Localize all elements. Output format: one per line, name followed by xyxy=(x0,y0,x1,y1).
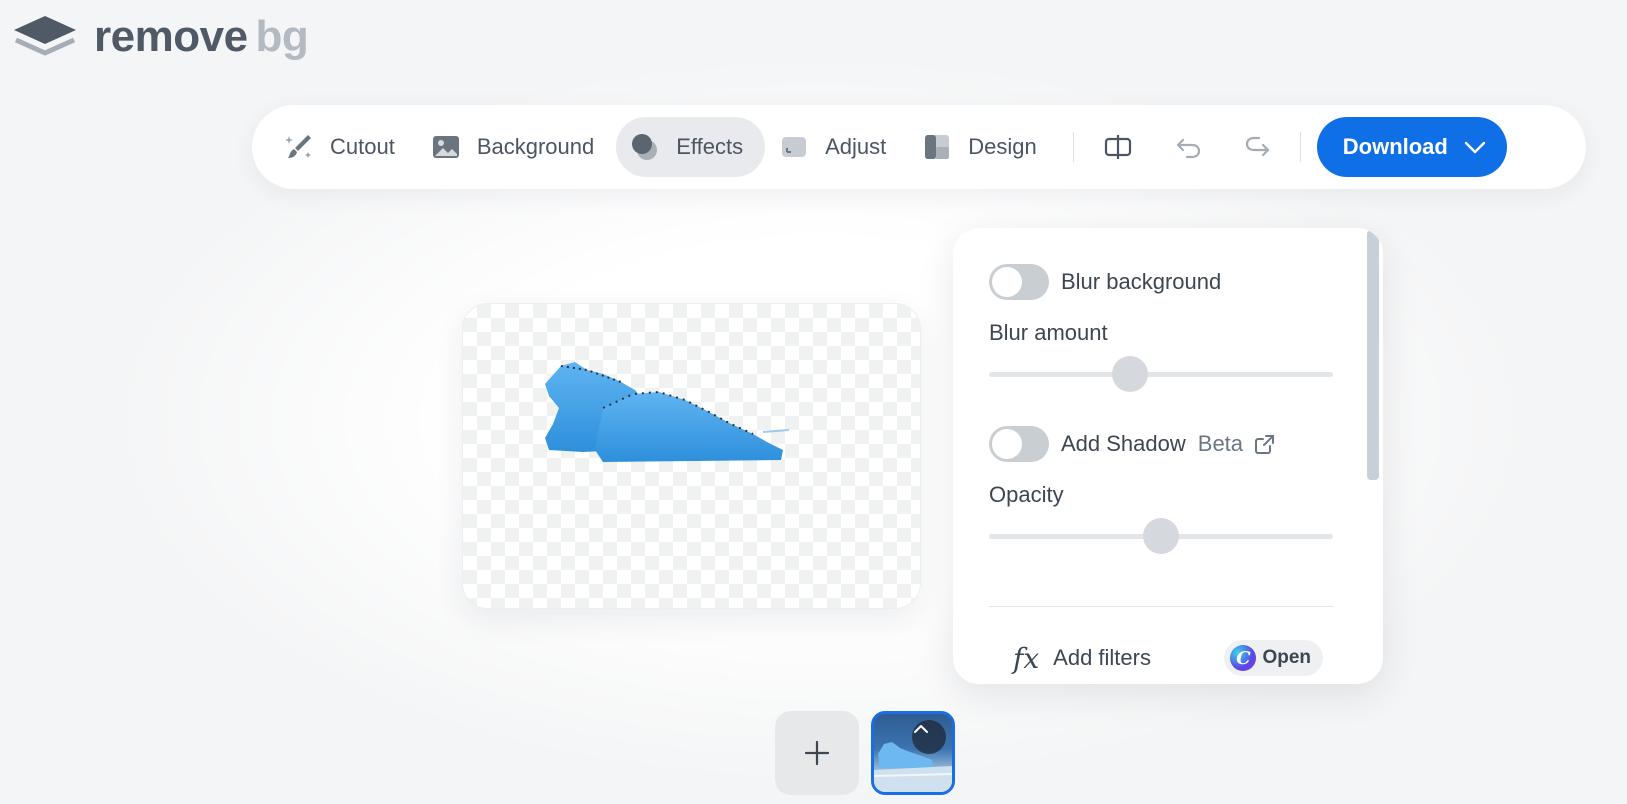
design-layout-icon xyxy=(922,132,952,162)
logo[interactable]: remove bg xyxy=(12,12,309,61)
logo-text: remove bg xyxy=(94,12,309,61)
add-shadow-label: Add Shadow xyxy=(1061,431,1186,456)
image-icon xyxy=(431,132,461,162)
tool-adjust-label: Adjust xyxy=(825,134,887,159)
tool-design-label: Design xyxy=(968,134,1037,159)
logo-word-remove: remove xyxy=(94,12,248,61)
chevron-up-icon xyxy=(914,725,928,733)
blur-amount-slider[interactable] xyxy=(989,354,1333,394)
tool-cutout-label: Cutout xyxy=(330,134,395,159)
add-filters-row[interactable]: fx Add filters C Open xyxy=(1013,640,1323,676)
adjust-square-icon xyxy=(779,132,809,162)
tool-background-label: Background xyxy=(476,134,595,159)
opacity-slider[interactable] xyxy=(989,516,1333,556)
tool-effects-label: Effects xyxy=(676,134,744,159)
add-shadow-row: Add Shadow Beta xyxy=(989,424,1277,464)
tool-adjust[interactable]: Adjust xyxy=(765,117,908,177)
panel-scrollbar[interactable] xyxy=(1367,230,1379,480)
blur-amount-track xyxy=(989,372,1333,377)
image-preview-canvas[interactable] xyxy=(462,303,921,609)
toolbar-divider xyxy=(1072,132,1074,162)
external-link-icon[interactable] xyxy=(1253,432,1277,456)
download-label: Download xyxy=(1342,134,1448,159)
tool-cutout[interactable]: Cutout xyxy=(270,117,417,177)
beta-badge: Beta xyxy=(1197,431,1244,456)
logo-word-bg: bg xyxy=(255,12,309,61)
open-label: Open xyxy=(1262,647,1311,668)
redo-button[interactable] xyxy=(1228,117,1288,177)
blur-background-row: Blur background xyxy=(989,262,1221,302)
add-shadow-toggle[interactable] xyxy=(989,426,1049,462)
redo-icon xyxy=(1245,136,1269,157)
open-in-canva-button[interactable]: C Open xyxy=(1224,640,1323,676)
editor-toolbar: Cutout Background Effects Adjust Design … xyxy=(252,105,1586,189)
effects-circles-icon xyxy=(630,132,660,162)
download-button[interactable]: Download xyxy=(1316,117,1507,177)
opacity-handle[interactable] xyxy=(1143,518,1179,554)
expand-thumbnail-button[interactable] xyxy=(912,720,946,754)
panel-divider xyxy=(989,606,1333,607)
add-filters-label: Add filters xyxy=(1053,645,1151,670)
undo-button[interactable] xyxy=(1158,117,1218,177)
chevron-down-icon[interactable] xyxy=(1463,135,1487,159)
tool-effects[interactable]: Effects xyxy=(616,117,766,177)
compare-button[interactable] xyxy=(1088,117,1148,177)
undo-icon xyxy=(1176,138,1200,159)
blur-background-label: Blur background xyxy=(1061,269,1222,294)
tool-background[interactable]: Background xyxy=(417,117,616,177)
add-image-button[interactable] xyxy=(775,711,859,795)
plus-icon xyxy=(804,740,830,766)
compare-icon xyxy=(1104,135,1131,159)
blur-background-toggle[interactable] xyxy=(989,264,1049,300)
blur-amount-handle[interactable] xyxy=(1112,356,1149,392)
toolbar-divider-2 xyxy=(1299,132,1301,162)
fx-icon: fx xyxy=(1013,641,1040,675)
image-thumbnail[interactable] xyxy=(871,711,955,795)
tool-design[interactable]: Design xyxy=(908,117,1058,177)
effects-panel: Blur background Blur amount Add Shadow B… xyxy=(953,228,1383,684)
opacity-label: Opacity xyxy=(989,482,1064,507)
blur-amount-label: Blur amount xyxy=(989,320,1108,345)
logo-layers-icon xyxy=(14,16,76,56)
iceberg-cutout-image xyxy=(545,362,790,462)
canva-logo-icon: C xyxy=(1230,645,1257,671)
brush-sparkle-icon xyxy=(284,132,314,162)
